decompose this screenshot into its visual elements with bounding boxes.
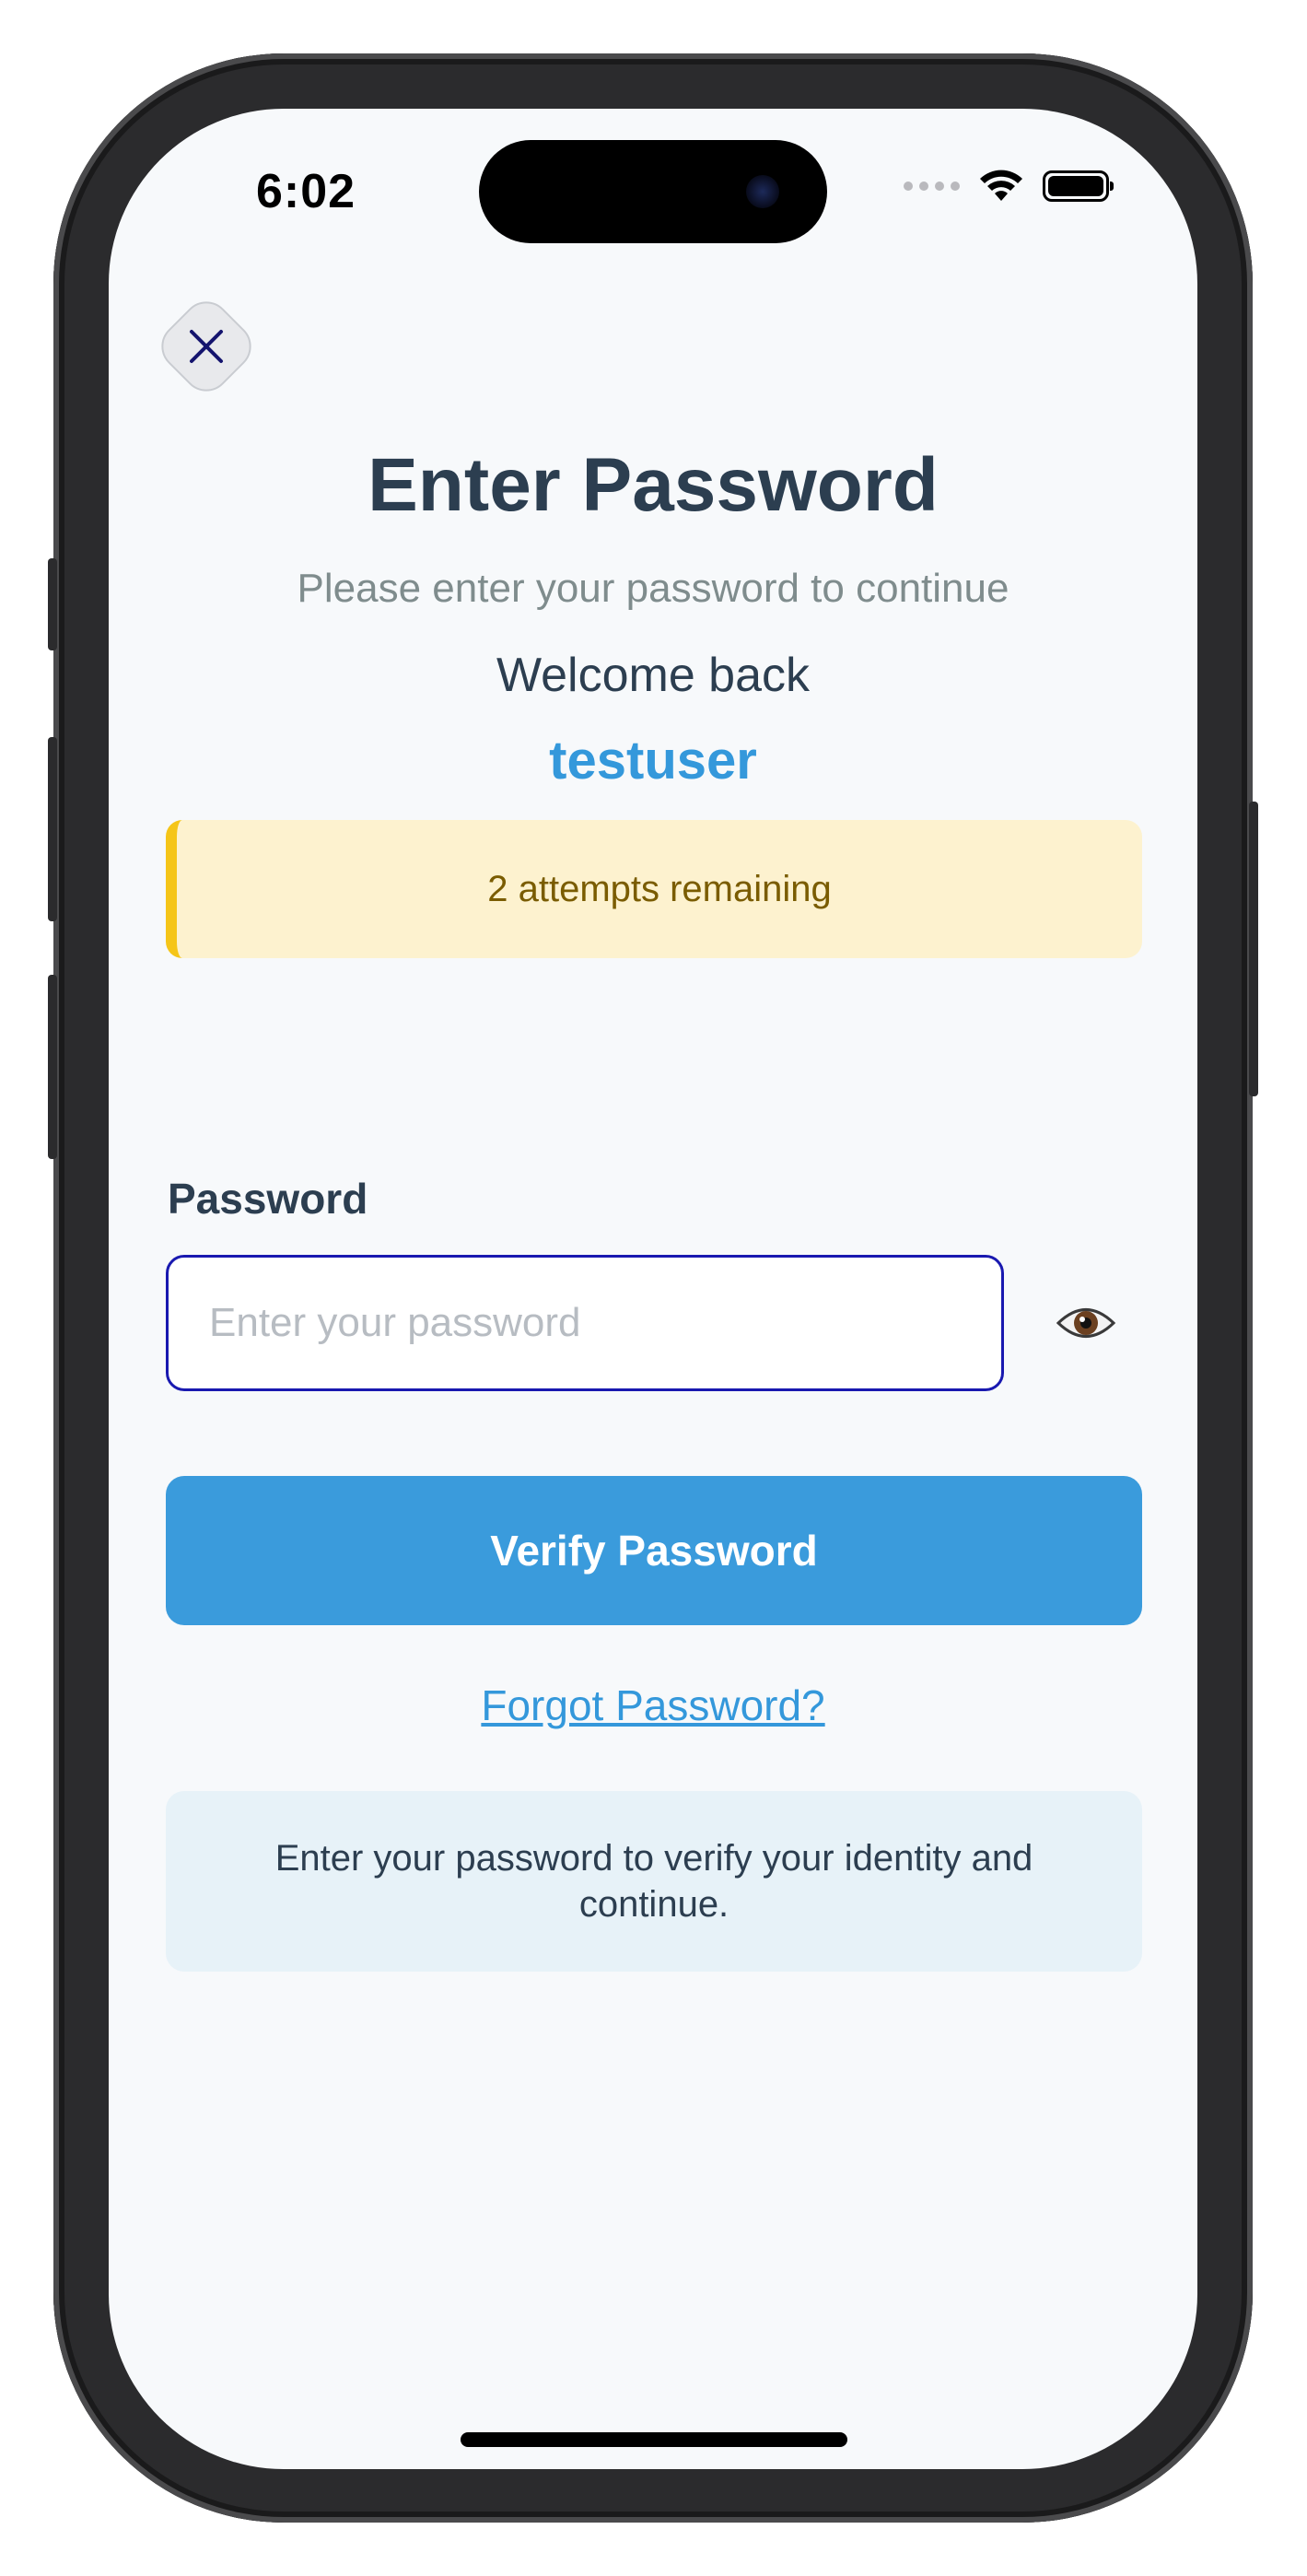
status-icons <box>904 168 1114 205</box>
wifi-icon <box>980 170 1022 201</box>
attempts-warning-banner: 2 attempts remaining <box>166 820 1142 958</box>
side-button-volume-up <box>48 737 57 921</box>
side-button-silent <box>48 558 57 650</box>
eye-icon <box>1056 1308 1116 1338</box>
verify-password-button[interactable]: Verify Password <box>166 1476 1142 1625</box>
close-icon <box>190 330 223 363</box>
password-label: Password <box>168 1175 368 1223</box>
attempts-warning-text: 2 attempts remaining <box>487 868 832 909</box>
toggle-password-visibility-button[interactable] <box>1054 1295 1118 1351</box>
forgot-password-link[interactable]: Forgot Password? <box>109 1680 1197 1730</box>
side-button-power <box>1249 802 1258 1096</box>
password-input[interactable] <box>166 1255 1004 1391</box>
camera-icon <box>746 175 779 208</box>
home-indicator[interactable] <box>461 2432 847 2447</box>
dynamic-island <box>479 140 827 243</box>
info-text: Enter your password to verify your ident… <box>274 1838 1033 1925</box>
username-text: testuser <box>549 731 757 790</box>
close-button[interactable] <box>151 291 262 402</box>
side-button-volume-down <box>48 975 57 1159</box>
page-subtitle: Please enter your password to continue <box>297 566 1009 611</box>
info-box: Enter your password to verify your ident… <box>166 1791 1142 1972</box>
battery-icon <box>1043 170 1114 202</box>
welcome-text: Welcome back <box>496 649 811 702</box>
app-screen: 6:02 Enter Password Please enter your pa… <box>109 109 1197 2469</box>
page-title: Enter Password <box>368 443 939 527</box>
status-time: 6:02 <box>256 165 356 218</box>
signal-dots-icon <box>904 181 960 191</box>
